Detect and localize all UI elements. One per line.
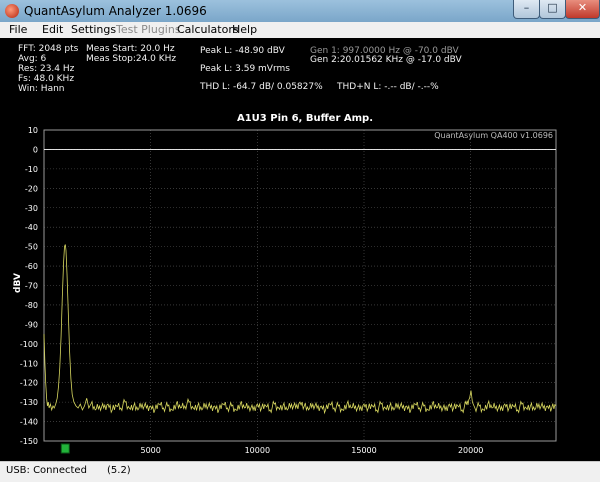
cursor-marker[interactable] [60, 443, 70, 454]
title-bar[interactable]: QuantAsylum Analyzer 1.0696 – □ ✕ [0, 0, 600, 22]
menu-calculators[interactable]: Calculators [177, 23, 239, 36]
y-tick-label: -40 [25, 223, 38, 232]
y-tick-label: -150 [20, 437, 38, 446]
window-title: QuantAsylum Analyzer 1.0696 [24, 4, 207, 18]
x-tick-label: 10000 [245, 446, 270, 455]
y-tick-label: -110 [20, 359, 38, 368]
menu-edit[interactable]: Edit [42, 23, 63, 36]
y-tick-label: -100 [20, 340, 38, 349]
menu-test-plugins[interactable]: Test Plugins [116, 23, 181, 36]
y-tick-label: -20 [25, 184, 38, 193]
y-tick-label: 10 [28, 126, 38, 135]
y-tick-label: -120 [20, 379, 38, 388]
x-tick-label: 5000 [140, 446, 160, 455]
y-tick-label: -130 [20, 398, 38, 407]
y-tick-label: -80 [25, 301, 38, 310]
close-button[interactable]: ✕ [565, 0, 600, 19]
y-tick-label: -60 [25, 262, 38, 271]
spectrum-chart: A1U3 Pin 6, Buffer Amp. QuantAsylum QA40… [13, 113, 557, 455]
y-axis-label: dBV [13, 273, 23, 293]
firmware-version: (5.2) [107, 465, 131, 476]
menu-bar: File Edit Settings Test Plugins Calculat… [0, 22, 600, 38]
x-tick-label: 20000 [458, 446, 483, 455]
y-tick-label: -10 [25, 165, 38, 174]
chart-grid [44, 129, 556, 442]
menu-file[interactable]: File [9, 23, 27, 36]
chart-watermark: QuantAsylum QA400 v1.0696 [434, 131, 553, 140]
spectrum-trace [43, 244, 557, 415]
y-tick-label: -30 [25, 204, 38, 213]
usb-status: USB: Connected [6, 465, 87, 476]
status-bar: USB: Connected (5.2) [0, 461, 600, 482]
menu-help[interactable]: Help [232, 23, 257, 36]
x-tick-label: 15000 [351, 446, 376, 455]
x-axis-ticks: 5000 10000 15000 20000 [140, 446, 483, 455]
maximize-button[interactable]: □ [539, 0, 566, 19]
chart-title: A1U3 Pin 6, Buffer Amp. [237, 113, 373, 124]
y-tick-label: -90 [25, 320, 38, 329]
app-icon [5, 4, 19, 18]
y-tick-label: -70 [25, 282, 38, 291]
y-tick-label: -140 [20, 418, 38, 427]
menu-settings[interactable]: Settings [71, 23, 116, 36]
y-tick-label: 0 [33, 145, 38, 154]
minimize-button[interactable]: – [513, 0, 540, 19]
y-tick-label: -50 [25, 243, 38, 252]
analyzer-window: QuantAsylum Analyzer 1.0696 – □ ✕ File E… [0, 0, 600, 482]
